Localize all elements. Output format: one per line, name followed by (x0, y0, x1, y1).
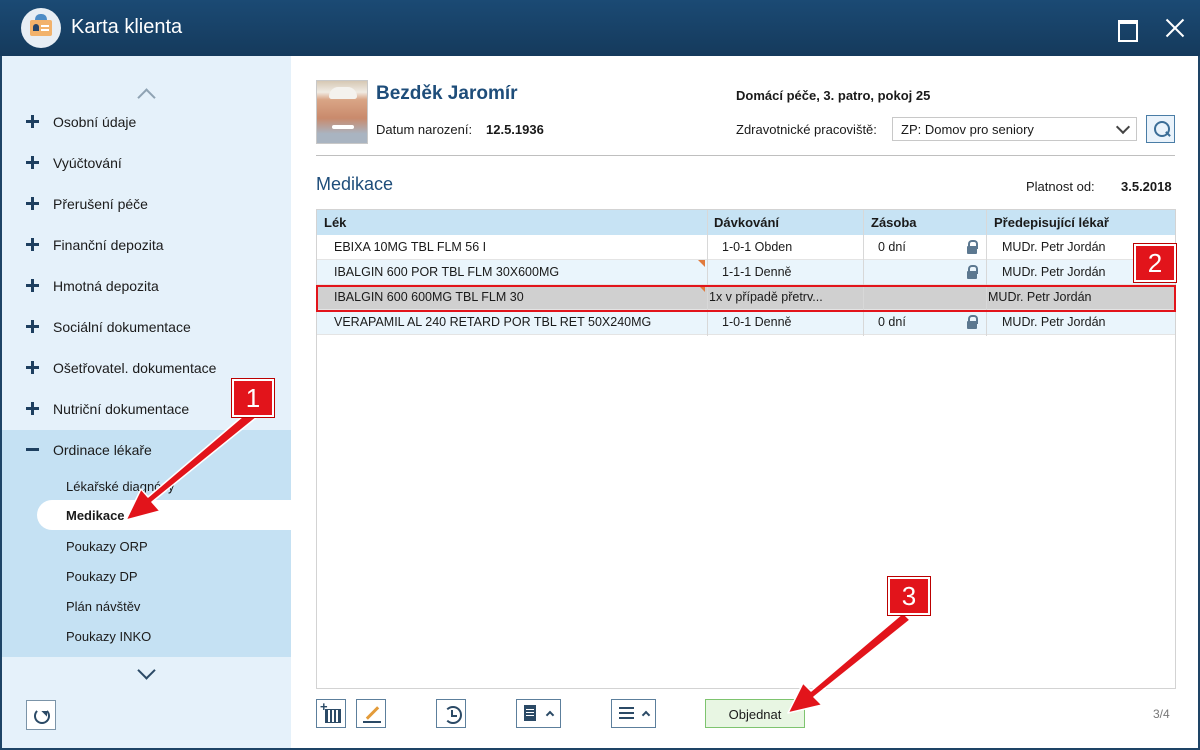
facility-value: ZP: Domov pro seniory (901, 122, 1034, 137)
lock-icon (967, 265, 978, 279)
cell-dosage: 1-1-1 Denně (722, 265, 792, 279)
sidebar-item-label: Hmotná depozita (53, 278, 159, 294)
annotation-badge-1: 1 (232, 379, 274, 417)
facility-label: Zdravotnické pracoviště: (736, 122, 877, 137)
chevron-down-icon (1115, 119, 1131, 135)
highlight-box (316, 285, 1176, 312)
menu-button[interactable] (611, 699, 656, 728)
valid-from-value: 3.5.2018 (1121, 179, 1172, 194)
document-menu-button[interactable] (516, 699, 561, 728)
column-header-dosage[interactable]: Dávkování (714, 215, 779, 230)
sidebar-subitem-diagnozy[interactable]: Lékařské diagnózy (66, 479, 174, 494)
cell-dosage: 1-0-1 Denně (722, 315, 792, 329)
sidebar-subitem-plan-navstev[interactable]: Plán návštěv (66, 599, 140, 614)
sidebar-subitem-medikace[interactable]: Medikace (37, 500, 291, 530)
facility-select[interactable]: ZP: Domov pro seniory (892, 117, 1137, 141)
plus-icon (26, 156, 39, 169)
plus-icon (26, 320, 39, 333)
sidebar-item-label: Ošetřovatel. dokumentace (53, 360, 217, 376)
plus-icon (26, 402, 39, 415)
order-button[interactable]: Objednat (705, 699, 805, 728)
sidebar-item-label: Nutriční dokumentace (53, 401, 190, 417)
cell-drug: VERAPAMIL AL 240 RETARD POR TBL RET 50X2… (334, 315, 652, 329)
sidebar-subitem-poukazy-dp[interactable]: Poukazy DP (66, 569, 138, 584)
table-row[interactable]: VERAPAMIL AL 240 RETARD POR TBL RET 50X2… (317, 310, 1175, 335)
cell-stock: 0 dní (878, 315, 906, 329)
sidebar-item-ordinace-lekare[interactable]: Ordinace lékaře (2, 431, 291, 472)
plus-icon (26, 361, 39, 374)
sidebar-subitem-poukazy-inko[interactable]: Poukazy INKO (66, 629, 151, 644)
sidebar-item-financni-depozita[interactable]: Finanční depozita (2, 226, 291, 267)
maximize-icon[interactable] (1112, 14, 1140, 42)
divider (316, 155, 1175, 156)
order-button-label: Objednat (728, 707, 782, 722)
table-row[interactable]: EBIXA 10MG TBL FLM 56 I 1-0-1 Obden 0 dn… (317, 235, 1175, 260)
lock-icon (967, 240, 978, 254)
cell-doctor: MUDr. Petr Jordán (1002, 265, 1106, 279)
sidebar-item-vyuctovani[interactable]: Vyúčtování (2, 144, 291, 185)
sidebar-item-label: Osobní údaje (53, 114, 137, 130)
patient-location: Domácí péče, 3. patro, pokoj 25 (736, 88, 931, 103)
medication-table: Lék Dávkování Zásoba Předepisující lékař… (316, 209, 1176, 689)
pager: 3/4 (1153, 707, 1170, 721)
close-icon[interactable] (1161, 14, 1189, 42)
sidebar-subitem-poukazy-orp[interactable]: Poukazy ORP (66, 539, 148, 554)
column-divider (986, 210, 987, 336)
column-header-doctor[interactable]: Předepisující lékař (994, 215, 1109, 230)
lock-icon (967, 315, 978, 329)
dob-label: Datum narození: (376, 122, 473, 137)
main-panel: Bezděk Jaromír Datum narození: 12.5.1936… (291, 56, 1198, 748)
window-title: Karta klienta (71, 16, 183, 38)
cell-drug: EBIXA 10MG TBL FLM 56 I (334, 240, 487, 254)
avatar (316, 80, 368, 144)
column-divider (707, 210, 708, 336)
sidebar-item-hmotna-depozita[interactable]: Hmotná depozita (2, 267, 291, 308)
sidebar-item-label: Ordinace lékaře (53, 442, 152, 458)
plus-icon (26, 197, 39, 210)
minus-icon (26, 443, 39, 456)
dob-value: 12.5.1936 (486, 122, 544, 137)
column-divider (863, 210, 864, 336)
sidebar-item-label: Finanční depozita (53, 237, 164, 253)
table-row[interactable]: IBALGIN 600 POR TBL FLM 30X600MG 1-1-1 D… (317, 260, 1175, 285)
section-title: Medikace (316, 174, 394, 194)
caret-up-icon (641, 710, 651, 720)
refresh-icon[interactable] (26, 700, 56, 730)
caret-up-icon (545, 710, 555, 720)
add-date-button[interactable] (316, 699, 346, 728)
search-icon[interactable] (1146, 115, 1175, 143)
cell-drug: IBALGIN 600 POR TBL FLM 30X600MG (334, 265, 560, 279)
valid-from-label: Platnost od: (1026, 179, 1095, 194)
cell-doctor: MUDr. Petr Jordán (1002, 240, 1106, 254)
sidebar-item-socialni-dokumentace[interactable]: Sociální dokumentace (2, 308, 291, 349)
cell-dosage: 1-0-1 Obden (722, 240, 793, 254)
history-button[interactable] (436, 699, 466, 728)
chevron-down-icon[interactable] (136, 666, 158, 680)
edit-button[interactable] (356, 699, 386, 728)
user-card-icon (21, 8, 61, 48)
title-bar: Karta klienta (0, 0, 1200, 56)
plus-icon (26, 238, 39, 251)
sidebar-item-label: Vyúčtování (53, 155, 122, 171)
cell-doctor: MUDr. Petr Jordán (1002, 315, 1106, 329)
patient-name: Bezděk Jaromír (376, 83, 518, 104)
sidebar-subitem-label: Medikace (66, 508, 125, 523)
column-header-drug[interactable]: Lék (324, 215, 346, 230)
column-header-stock[interactable]: Zásoba (871, 215, 917, 230)
flag-icon (698, 260, 705, 267)
sidebar-item-label: Sociální dokumentace (53, 319, 191, 335)
cell-stock: 0 dní (878, 240, 906, 254)
annotation-badge-2: 2 (1134, 244, 1176, 282)
annotation-badge-3: 3 (888, 577, 930, 615)
sidebar-item-osobni-udaje[interactable]: Osobní údaje (2, 103, 291, 144)
plus-icon (26, 279, 39, 292)
table-header: Lék Dávkování Zásoba Předepisující lékař (317, 210, 1175, 235)
sidebar-item-label: Přerušení péče (53, 196, 148, 212)
sidebar-item-preruseni-pece[interactable]: Přerušení péče (2, 185, 291, 226)
chevron-up-icon[interactable] (136, 86, 158, 100)
plus-icon (26, 115, 39, 128)
